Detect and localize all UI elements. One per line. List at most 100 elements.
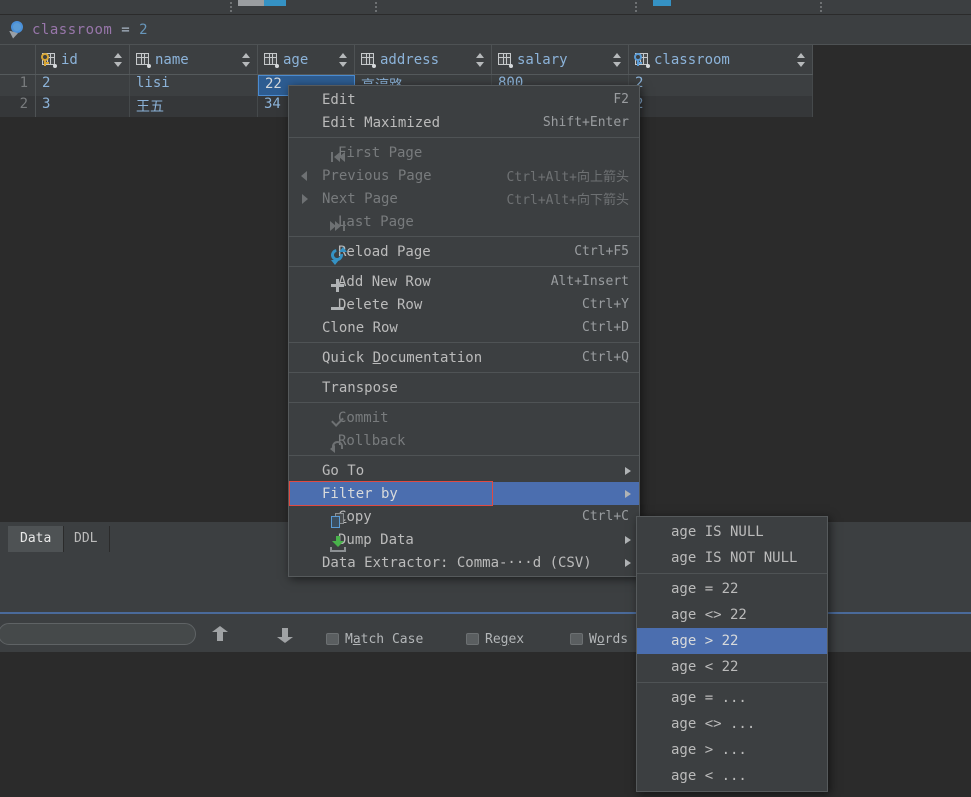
cell-id[interactable]: 3 bbox=[36, 96, 130, 117]
submenu-item-age-ne-custom[interactable]: age <> ... bbox=[637, 711, 827, 737]
chevron-right-icon bbox=[625, 536, 631, 544]
menu-item-reload-page[interactable]: Reload Page Ctrl+F5 bbox=[289, 240, 639, 263]
menu-item-edit[interactable]: Edit F2 bbox=[289, 88, 639, 111]
chevron-right-icon bbox=[625, 467, 631, 475]
table-icon bbox=[264, 53, 278, 67]
chevron-right-icon bbox=[625, 490, 631, 498]
toolbar-separator-dots-2 bbox=[375, 2, 377, 13]
submenu-item-age-gt-22[interactable]: age > 22 bbox=[637, 628, 827, 654]
menu-item-delete-row[interactable]: Delete Row Ctrl+Y bbox=[289, 293, 639, 316]
previous-page-icon bbox=[297, 168, 313, 184]
table-icon bbox=[361, 53, 375, 67]
menu-item-transpose[interactable]: Transpose bbox=[289, 376, 639, 399]
sort-icon[interactable] bbox=[114, 53, 122, 67]
menu-separator bbox=[289, 236, 639, 237]
menu-item-copy[interactable]: Copy Ctrl+C bbox=[289, 505, 639, 528]
filter-value: 2 bbox=[139, 22, 148, 38]
submenu-item-age-eq-custom[interactable]: age = ... bbox=[637, 685, 827, 711]
menu-item-data-extractor[interactable]: Data Extractor: Comma-···d (CSV) bbox=[289, 551, 639, 574]
submenu-separator bbox=[637, 573, 827, 574]
menu-item-rollback: Rollback bbox=[289, 429, 639, 452]
sort-icon[interactable] bbox=[339, 53, 347, 67]
top-toolbar bbox=[0, 0, 971, 15]
words-checkbox[interactable] bbox=[570, 633, 583, 645]
column-label: age bbox=[283, 52, 308, 68]
dump-data-icon bbox=[330, 536, 346, 552]
submenu-item-age-gt-custom[interactable]: age > ... bbox=[637, 737, 827, 763]
menu-separator bbox=[289, 342, 639, 343]
check-icon bbox=[330, 414, 346, 430]
submenu-item-age-eq-22[interactable]: age = 22 bbox=[637, 576, 827, 602]
submenu-item-age-ne-22[interactable]: age <> 22 bbox=[637, 602, 827, 628]
table-icon bbox=[136, 53, 150, 67]
column-header-name[interactable]: name bbox=[130, 45, 258, 74]
reload-icon bbox=[330, 248, 346, 264]
last-page-icon bbox=[330, 218, 346, 234]
row-number: 2 bbox=[0, 96, 36, 117]
plus-icon bbox=[330, 278, 346, 294]
sort-icon[interactable] bbox=[613, 53, 621, 67]
arrow-down-icon[interactable] bbox=[275, 626, 295, 644]
grid-header-row: id name age addre bbox=[0, 45, 813, 75]
filter-expression[interactable]: classroom = 2 bbox=[32, 22, 148, 38]
sort-icon[interactable] bbox=[476, 53, 484, 67]
words-label: Words bbox=[589, 632, 628, 647]
menu-item-quick-documentation[interactable]: Quick Documentation Ctrl+Q bbox=[289, 346, 639, 369]
cell-name[interactable]: 王五 bbox=[130, 96, 258, 117]
search-input[interactable] bbox=[0, 623, 196, 645]
menu-item-edit-maximized[interactable]: Edit Maximized Shift+Enter bbox=[289, 111, 639, 134]
cell-name[interactable]: lisi bbox=[130, 75, 258, 96]
grid-right-empty bbox=[813, 45, 971, 120]
submenu-item-age-is-null[interactable]: age IS NULL bbox=[637, 519, 827, 545]
copy-label: Copy bbox=[338, 509, 564, 525]
words-option[interactable]: Words bbox=[570, 632, 628, 647]
toolbar-separator-dots-4 bbox=[820, 2, 822, 13]
column-header-address[interactable]: address bbox=[355, 45, 492, 74]
filter-column: classroom bbox=[32, 22, 112, 38]
column-header-id[interactable]: id bbox=[36, 45, 130, 74]
cell-id[interactable]: 2 bbox=[36, 75, 130, 96]
submenu-item-age-lt-22[interactable]: age < 22 bbox=[637, 654, 827, 680]
undo-icon bbox=[330, 437, 346, 453]
column-header-salary[interactable]: salary bbox=[492, 45, 629, 74]
column-label: classroom bbox=[654, 52, 730, 68]
menu-item-clone-row[interactable]: Clone Row Ctrl+D bbox=[289, 316, 639, 339]
menu-item-add-new-row[interactable]: Add New Row Alt+Insert bbox=[289, 270, 639, 293]
column-header-age[interactable]: age bbox=[258, 45, 355, 74]
column-label: salary bbox=[517, 52, 568, 68]
tab-data[interactable]: Data bbox=[8, 526, 64, 552]
column-header-classroom[interactable]: classroom bbox=[629, 45, 813, 74]
submenu-item-age-is-not-null[interactable]: age IS NOT NULL bbox=[637, 545, 827, 571]
menu-separator bbox=[289, 266, 639, 267]
menu-item-filter-by[interactable]: Filter by bbox=[289, 482, 639, 505]
menu-item-commit: Commit bbox=[289, 406, 639, 429]
row-number-header bbox=[0, 45, 36, 74]
filter-operator: = bbox=[121, 22, 130, 38]
match-case-checkbox[interactable] bbox=[326, 633, 339, 645]
sort-icon[interactable] bbox=[797, 53, 805, 67]
menu-item-go-to[interactable]: Go To bbox=[289, 459, 639, 482]
menu-separator bbox=[289, 372, 639, 373]
filter-bar[interactable]: classroom = 2 bbox=[0, 15, 971, 45]
cell-classroom[interactable]: 2 bbox=[629, 96, 813, 117]
submenu-item-age-lt-custom[interactable]: age < ... bbox=[637, 763, 827, 789]
toolbar-chip-2 bbox=[653, 0, 671, 6]
arrow-up-icon[interactable] bbox=[210, 626, 230, 644]
tab-ddl[interactable]: DDL bbox=[62, 526, 110, 552]
table-icon bbox=[498, 53, 512, 67]
cell-classroom[interactable]: 2 bbox=[629, 75, 813, 96]
submenu-separator bbox=[637, 682, 827, 683]
menu-separator bbox=[289, 137, 639, 138]
match-case-option[interactable]: Match Case bbox=[326, 632, 423, 647]
sort-icon[interactable] bbox=[242, 53, 250, 67]
regex-checkbox[interactable] bbox=[466, 633, 479, 645]
column-label: name bbox=[155, 52, 189, 68]
menu-item-last-page: Last Page bbox=[289, 210, 639, 233]
table-key-icon bbox=[42, 53, 56, 67]
menu-item-first-page: First Page bbox=[289, 141, 639, 164]
column-label: address bbox=[380, 52, 439, 68]
table-key-icon bbox=[635, 53, 649, 67]
menu-item-dump-data[interactable]: Dump Data bbox=[289, 528, 639, 551]
regex-label: Regex bbox=[485, 632, 524, 647]
regex-option[interactable]: Regex bbox=[466, 632, 524, 647]
